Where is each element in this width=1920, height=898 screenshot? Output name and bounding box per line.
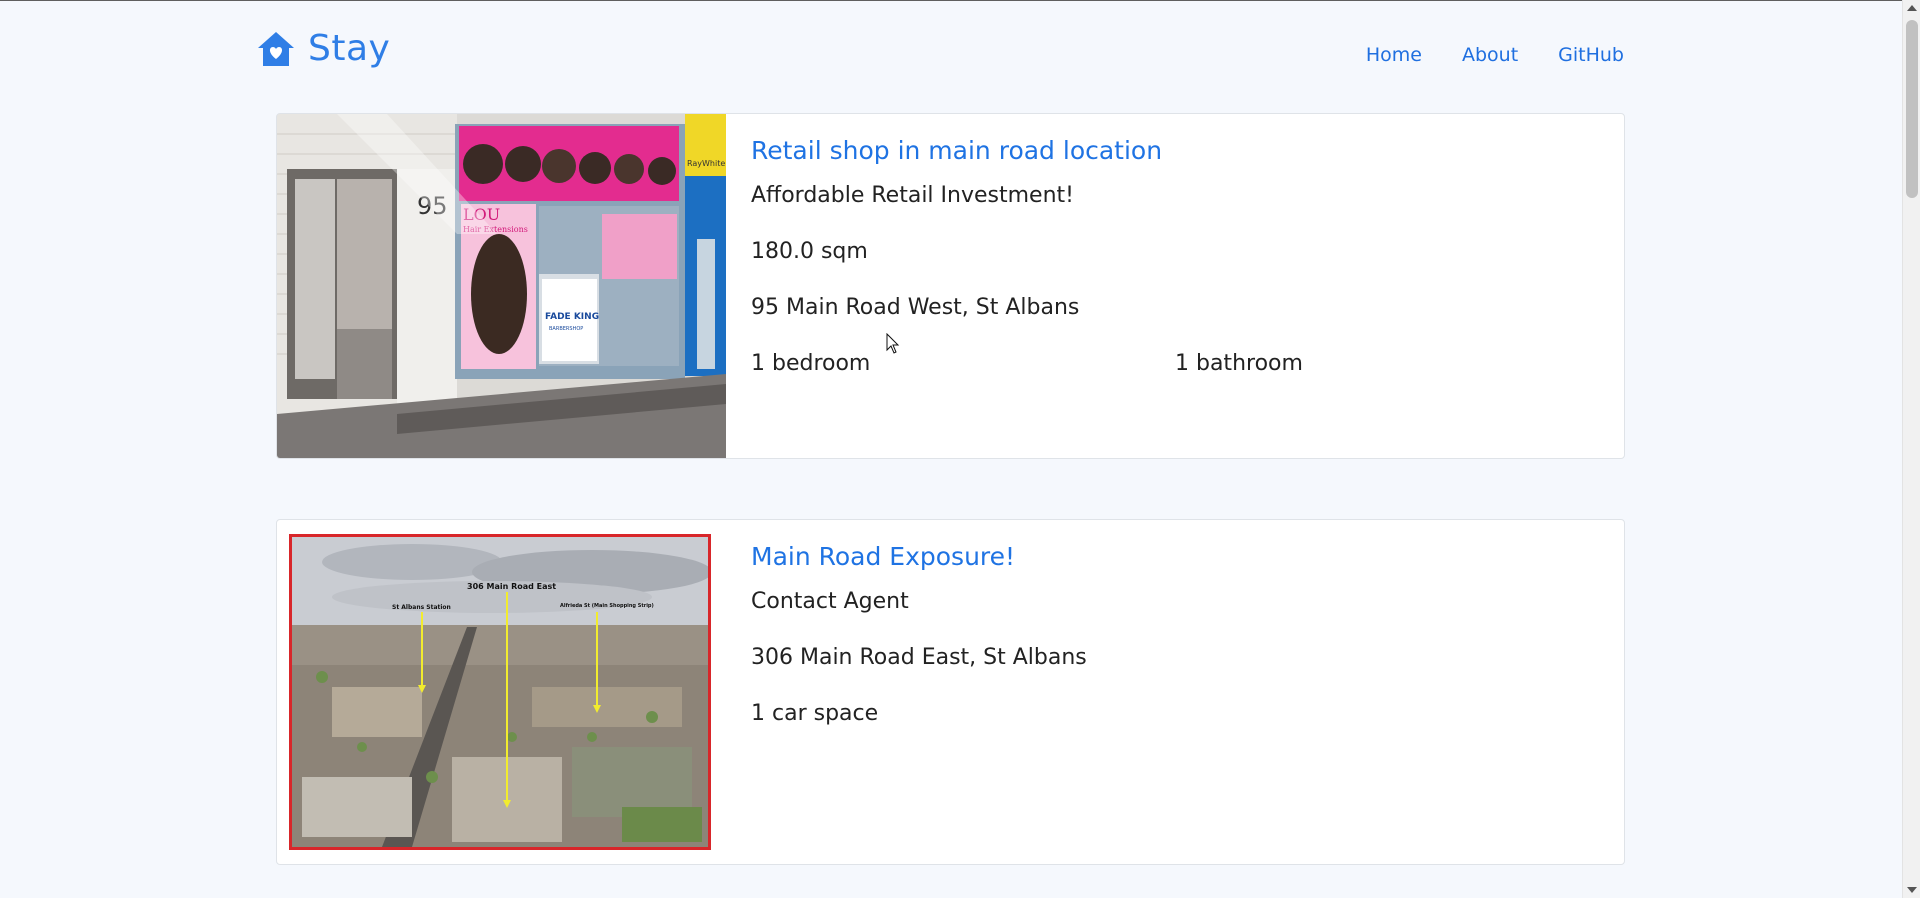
- listing-photo-shopfront[interactable]: 95 LOU Hair Extensions FADE KING BARBERS…: [277, 114, 726, 458]
- listing-bathrooms: 1 bathroom: [1175, 351, 1303, 376]
- brand-link[interactable]: Stay: [256, 28, 390, 69]
- listing-price: Affordable Retail Investment!: [751, 183, 1074, 208]
- listing-address: 95 Main Road West, St Albans: [751, 295, 1080, 320]
- realestate-sign: RayWhite: [687, 159, 725, 168]
- listing-car-spaces: 1 car space: [751, 701, 879, 726]
- listing-area: 180.0 sqm: [751, 239, 868, 264]
- nav-home-link[interactable]: Home: [1366, 44, 1422, 66]
- aerial-label-alfrieda: Alfrieda St (Main Shopping Strip): [560, 603, 654, 609]
- listing-details: Retail shop in main road location Afford…: [751, 136, 1604, 376]
- listing-details: Main Road Exposure! Contact Agent 306 Ma…: [751, 542, 1604, 757]
- page-scrollbar[interactable]: [1902, 0, 1920, 898]
- scroll-up-arrow-icon[interactable]: [1907, 5, 1917, 11]
- main-nav: Home About GitHub: [1366, 44, 1624, 66]
- listing-photo-aerial[interactable]: 306 Main Road East St Albans Station Alf…: [289, 534, 711, 850]
- listing-price: Contact Agent: [751, 589, 909, 614]
- listing-bedrooms: 1 bedroom: [751, 351, 871, 376]
- scroll-down-arrow-icon[interactable]: [1907, 887, 1917, 893]
- site-header: Stay Home About GitHub: [256, 24, 1624, 84]
- scrollbar-thumb[interactable]: [1906, 20, 1918, 198]
- listing-card[interactable]: 95 LOU Hair Extensions FADE KING BARBERS…: [276, 113, 1625, 459]
- shop-sign-barbershop: BARBERSHOP: [549, 326, 583, 332]
- listing-address: 306 Main Road East, St Albans: [751, 645, 1087, 670]
- mouse-cursor-icon: [886, 333, 900, 354]
- nav-about-link[interactable]: About: [1462, 44, 1518, 66]
- listing-title-link[interactable]: Retail shop in main road location: [751, 136, 1604, 165]
- shop-sign-fadeking: FADE KING: [545, 312, 599, 322]
- nav-github-link[interactable]: GitHub: [1558, 44, 1624, 66]
- aerial-label-306: 306 Main Road East: [467, 582, 556, 591]
- window-top-border: [0, 0, 1920, 1]
- listing-card[interactable]: 306 Main Road East St Albans Station Alf…: [276, 519, 1625, 865]
- aerial-label-station: St Albans Station: [392, 604, 451, 611]
- house-heart-icon: [258, 31, 294, 66]
- brand-name: Stay: [308, 28, 391, 69]
- listing-title-link[interactable]: Main Road Exposure!: [751, 542, 1604, 571]
